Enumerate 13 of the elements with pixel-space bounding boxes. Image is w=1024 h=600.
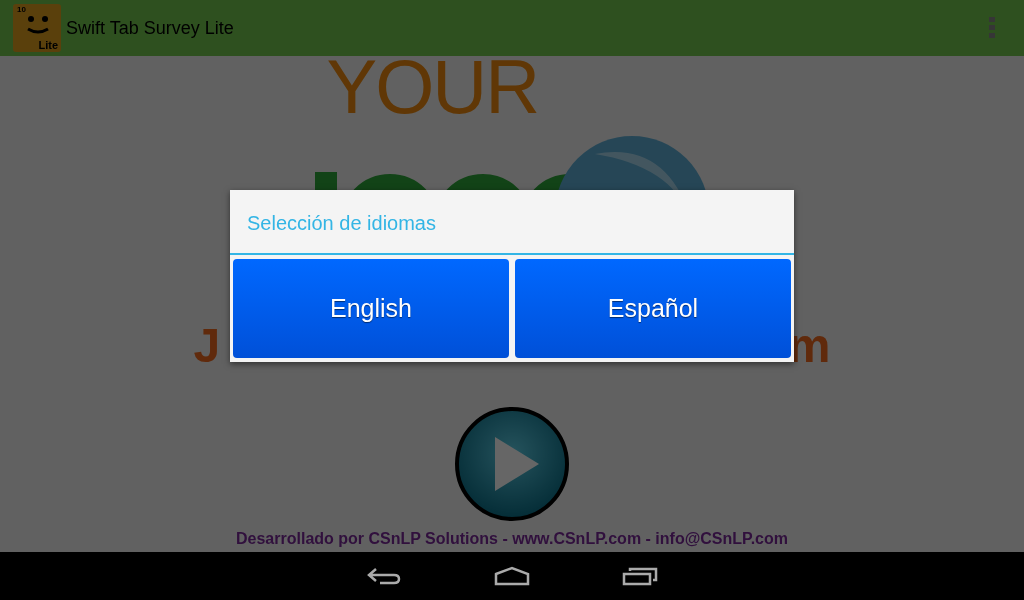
home-icon[interactable] [494,566,530,586]
app-title: Swift Tab Survey Lite [66,17,235,39]
footer-text: Desarrollado por CSnLP Solutions - www.CSnLP.com - info@CSnLP.com [236,530,788,548]
logo-text: YOUR [326,56,539,131]
play-button[interactable] [455,407,569,521]
dialog-title: Selección de idiomas [230,190,794,255]
scale-label: 10 [17,5,26,14]
recent-apps-icon[interactable] [622,566,658,586]
language-button[interactable]: English [233,259,509,358]
language-button[interactable]: Español [515,259,791,358]
headline-letter: J [193,318,221,374]
back-icon[interactable] [366,566,402,586]
app-icon-label: Lite [38,39,58,51]
